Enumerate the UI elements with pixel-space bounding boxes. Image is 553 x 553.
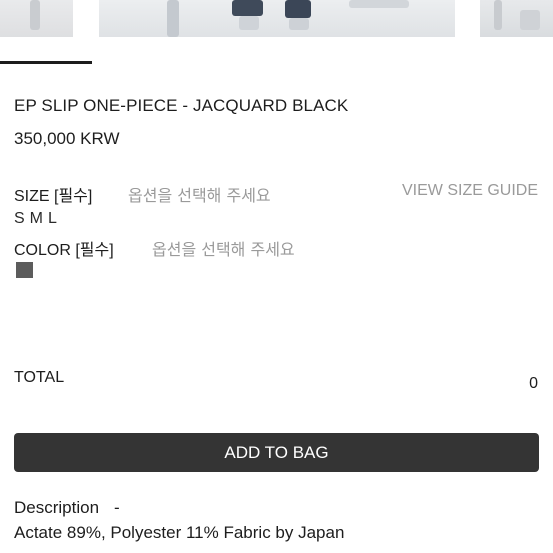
- size-values: SML: [14, 210, 62, 226]
- view-size-guide-link[interactable]: VIEW SIZE GUIDE: [402, 182, 538, 200]
- color-select[interactable]: 옵션을 선택해 주세요: [152, 236, 295, 260]
- total-value: 0: [529, 375, 538, 392]
- product-image-carousel[interactable]: [0, 0, 553, 37]
- carousel-image-next[interactable]: [480, 0, 553, 37]
- product-title: EP SLIP ONE-PIECE - JACQUARD BLACK: [14, 96, 349, 115]
- carousel-position-indicator: [0, 61, 92, 64]
- description-label[interactable]: Description: [14, 498, 99, 518]
- description-toggle[interactable]: -: [114, 498, 120, 518]
- size-option-s[interactable]: S: [14, 210, 25, 226]
- size-option-m[interactable]: M: [30, 210, 43, 226]
- add-to-bag-button[interactable]: ADD TO BAG: [14, 433, 539, 472]
- description-text: Actate 89%, Polyester 11% Fabric by Japa…: [14, 523, 345, 542]
- product-price: 350,000 KRW: [14, 129, 120, 148]
- total-label: TOTAL: [14, 369, 65, 386]
- color-option-label: COLOR [필수]: [14, 242, 114, 259]
- color-swatch-black[interactable]: [16, 262, 33, 278]
- carousel-image-current[interactable]: [99, 0, 455, 37]
- size-select[interactable]: 옵션을 선택해 주세요: [128, 182, 271, 206]
- size-option-label: SIZE [필수]: [14, 188, 93, 205]
- size-option-l[interactable]: L: [48, 210, 57, 226]
- carousel-image-previous[interactable]: [0, 0, 73, 37]
